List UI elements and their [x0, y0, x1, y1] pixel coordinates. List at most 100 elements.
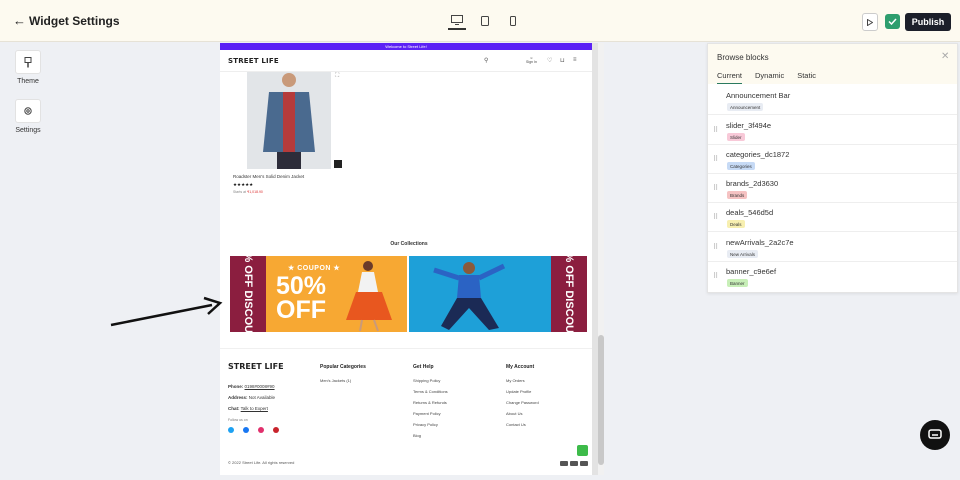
- heart-icon[interactable]: ♡: [547, 57, 552, 64]
- announcement-bar: Welcome to Street Life!: [220, 43, 592, 50]
- publish-button[interactable]: Publish: [905, 13, 951, 31]
- footer-logo: STREET LIFE: [228, 362, 284, 371]
- block-row-announcement[interactable]: Announcement Bar Announcement: [708, 86, 957, 115]
- footer-link[interactable]: Contact Us: [506, 422, 539, 433]
- twitter-icon[interactable]: [228, 427, 234, 433]
- block-tag: Brands: [727, 191, 748, 199]
- card-icon: [570, 461, 578, 466]
- drag-handle-icon[interactable]: ⠿: [713, 155, 718, 163]
- rail-settings-label: Settings: [15, 127, 41, 134]
- block-row-brands[interactable]: ⠿ brands_2d3630 Brands: [708, 174, 957, 203]
- mobile-view-icon[interactable]: [504, 12, 522, 30]
- menu-icon[interactable]: ≡: [573, 57, 577, 63]
- footer-col-help: Get Help Shipping Policy Terms & Conditi…: [413, 364, 448, 444]
- footer-link[interactable]: About Us: [506, 411, 539, 422]
- drag-handle-icon[interactable]: ⠿: [713, 243, 718, 251]
- footer-link[interactable]: Blog: [413, 433, 448, 444]
- rail-theme[interactable]: Theme: [12, 50, 44, 85]
- user-icon[interactable]: ☺ Sign In: [526, 56, 537, 64]
- signin-label: Sign In: [526, 60, 537, 64]
- footer-col-popular: Popular Categories Men's Jackets (1): [320, 364, 366, 389]
- drag-handle-icon[interactable]: ⠿: [713, 213, 718, 221]
- block-tag: Deals: [727, 220, 745, 228]
- pinterest-icon[interactable]: [273, 427, 279, 433]
- model-figure: [433, 262, 506, 330]
- cart-icon[interactable]: ⊔: [560, 57, 565, 64]
- preview-scrollbar-thumb[interactable]: [598, 335, 604, 465]
- top-bar: ← Widget Settings Publish: [0, 0, 960, 42]
- block-row-deals[interactable]: ⠿ deals_546d5d Deals: [708, 203, 957, 232]
- product-rating: ★★★★★: [233, 182, 254, 187]
- annotation-arrow: [110, 296, 223, 327]
- device-switcher: [448, 12, 522, 30]
- block-tag: New Arrivals: [727, 250, 759, 258]
- block-tag: Slider: [727, 133, 745, 141]
- social-links: [228, 427, 279, 433]
- collection-banner-right[interactable]: 50% OFF DISCOUNT: [409, 256, 587, 332]
- footer-link[interactable]: Terms & Conditions: [413, 389, 448, 400]
- discount-ticket: 50% OFF DISCOUNT: [230, 256, 266, 332]
- tab-current[interactable]: Current: [717, 71, 743, 84]
- tablet-view-icon[interactable]: [476, 12, 494, 30]
- close-icon[interactable]: ✕: [941, 51, 949, 62]
- model-figure: [346, 261, 392, 332]
- save-check-button[interactable]: [885, 14, 900, 29]
- drag-handle-icon[interactable]: ⠿: [713, 184, 718, 192]
- footer-col-account: My Account My Orders Update Profile Chan…: [506, 364, 539, 433]
- chat-button[interactable]: [920, 420, 950, 450]
- copyright: © 2022 Street Life. All rights reserved: [228, 460, 295, 465]
- block-tag: Categories: [727, 162, 755, 170]
- panel-tabs: Current Dynamic Static: [717, 71, 816, 84]
- rail-settings[interactable]: Settings: [12, 99, 44, 134]
- collection-banner-left[interactable]: 50% OFF DISCOUNT ★ COUPON ★ 50% OFF: [230, 256, 407, 332]
- tab-dynamic[interactable]: Dynamic: [755, 71, 784, 84]
- follow-label: Follow us on: [228, 418, 248, 422]
- whatsapp-icon[interactable]: [577, 445, 588, 456]
- footer-link[interactable]: Payment Policy: [413, 411, 448, 422]
- footer-link[interactable]: Privacy Policy: [413, 422, 448, 433]
- play-icon: [867, 18, 873, 26]
- store-footer: STREET LIFE Phone: 0198#0008#90 Address:…: [220, 348, 592, 475]
- drag-handle-icon[interactable]: ⠿: [713, 272, 718, 280]
- footer-link[interactable]: Change Password: [506, 400, 539, 411]
- footer-link[interactable]: Shipping Policy: [413, 378, 448, 389]
- footer-phone: Phone: 0198#0008#90: [228, 384, 275, 389]
- instagram-icon[interactable]: [258, 427, 264, 433]
- product-image[interactable]: [247, 72, 331, 169]
- check-icon: [888, 18, 897, 25]
- block-tag: Announcement: [727, 103, 764, 111]
- page-title: Widget Settings: [29, 14, 120, 28]
- back-arrow-icon[interactable]: ←: [13, 13, 26, 28]
- product-price: Starts at ₹1,018.90: [233, 190, 263, 194]
- block-row-banner[interactable]: ⠿ banner_c9e6ef Banner: [708, 262, 957, 291]
- footer-chat[interactable]: Chat: Talk to Expert: [228, 406, 268, 411]
- tab-static[interactable]: Static: [797, 71, 816, 84]
- rail-theme-label: Theme: [17, 78, 39, 85]
- chat-icon: [928, 429, 942, 439]
- card-icon: [560, 461, 568, 466]
- footer-link[interactable]: My Orders: [506, 378, 539, 389]
- product-name[interactable]: Roadster Men's Solid Denim Jacket: [233, 174, 304, 179]
- add-to-cart-icon[interactable]: [334, 160, 342, 168]
- footer-link[interactable]: Update Profile: [506, 389, 539, 400]
- preview-play-button[interactable]: [862, 13, 878, 31]
- desktop-view-icon[interactable]: [448, 12, 466, 30]
- discount-ticket: 50% OFF DISCOUNT: [551, 256, 587, 332]
- preview-canvas: Welcome to Street Life! STREET LIFE ⚲ ☺ S…: [220, 43, 598, 475]
- discount-text: 50% OFF: [276, 272, 327, 324]
- block-row-new-arrivals[interactable]: ⠿ newArrivals_2a2c7e New Arrivals: [708, 233, 957, 262]
- payment-icons: [560, 461, 588, 466]
- block-row-categories[interactable]: ⠿ categories_dc1872 Categories: [708, 145, 957, 174]
- block-row-slider[interactable]: ⠿ slider_3f494e Slider: [708, 116, 957, 145]
- drag-handle-icon[interactable]: ⠿: [713, 126, 718, 134]
- collections-title: Our Collections: [390, 241, 428, 247]
- facebook-icon[interactable]: [243, 427, 249, 433]
- card-icon: [580, 461, 588, 466]
- block-tag: Banner: [727, 279, 748, 287]
- expand-icon[interactable]: ⛶: [335, 73, 339, 80]
- footer-address: Address: Not Available: [228, 395, 275, 400]
- footer-link[interactable]: Returns & Refunds: [413, 400, 448, 411]
- footer-link[interactable]: Men's Jackets (1): [320, 378, 366, 389]
- search-icon[interactable]: ⚲: [484, 57, 488, 64]
- panel-title: Browse blocks: [717, 53, 769, 62]
